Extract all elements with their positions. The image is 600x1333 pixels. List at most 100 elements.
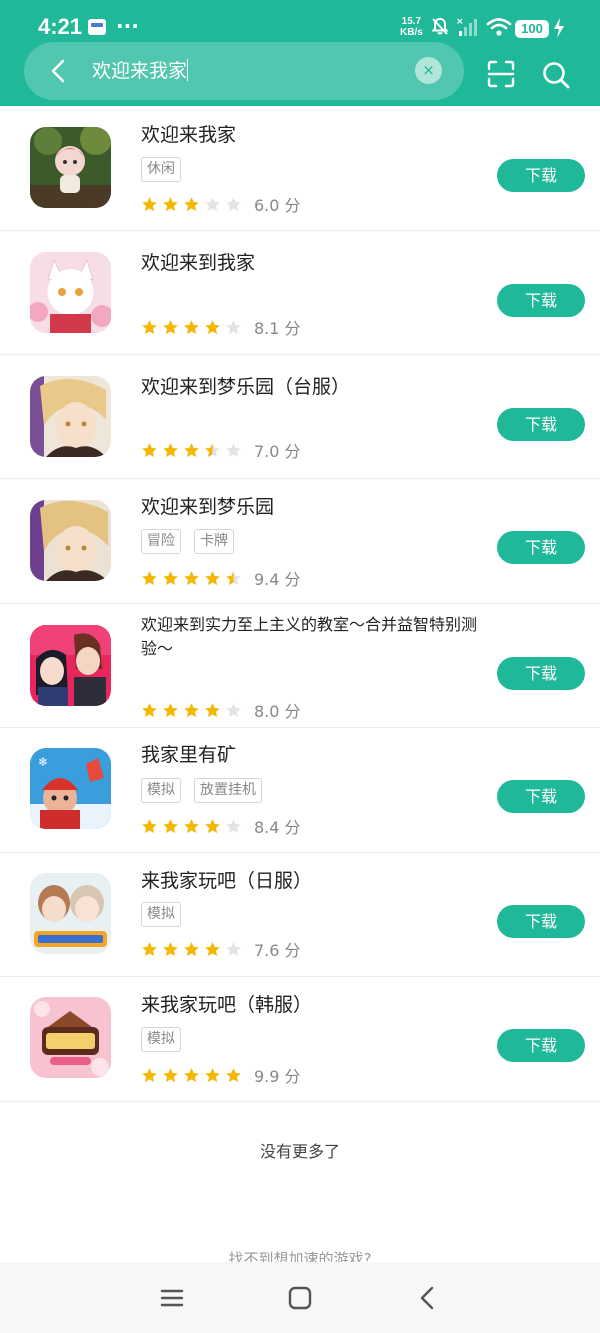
home-icon[interactable] xyxy=(286,1284,314,1312)
score: 8.1 分 xyxy=(254,319,301,338)
app-icon-mine-santa[interactable]: ❄ xyxy=(30,748,111,829)
rating: 8.4 分 xyxy=(141,814,301,838)
star-icon xyxy=(142,1067,157,1082)
back-icon[interactable] xyxy=(414,1284,442,1312)
network-speed-value: 15.7 xyxy=(401,16,422,27)
rating: 8.1 分 xyxy=(141,315,301,339)
download-button[interactable]: 下载 xyxy=(497,1029,585,1062)
app-icon-my-home-jp[interactable] xyxy=(30,873,111,954)
star-rating xyxy=(141,570,242,587)
app-name[interactable]: 欢迎来到梦乐园（台服） xyxy=(141,375,350,399)
list-item[interactable]: 来我家玩吧（韩服） 模拟 9.9 分 下载 xyxy=(0,977,600,1102)
score: 9.4 分 xyxy=(254,570,301,589)
score: 9.9 分 xyxy=(254,1067,301,1086)
list-item[interactable]: 来我家玩吧（日服） 模拟 7.6 分 下载 xyxy=(0,853,600,977)
star-icon xyxy=(142,570,157,585)
star-icon xyxy=(163,570,178,585)
star-icon xyxy=(184,442,199,457)
app-name[interactable]: 我家里有矿 xyxy=(141,743,236,767)
star-icon xyxy=(163,442,178,457)
app-icon-blond-boy-2[interactable] xyxy=(30,500,111,581)
search-icon[interactable] xyxy=(541,60,571,90)
score: 7.0 分 xyxy=(254,442,301,461)
star-icon xyxy=(226,941,241,956)
star-rating xyxy=(141,941,242,958)
scan-icon[interactable] xyxy=(486,59,516,89)
app-name[interactable]: 欢迎来到实力至上主义的教室～合并益智特别测验～ xyxy=(141,613,491,661)
clear-search-button[interactable]: × xyxy=(415,57,442,84)
svg-text:❄: ❄ xyxy=(38,755,48,769)
star-icon xyxy=(226,196,241,211)
star-icon xyxy=(226,442,241,457)
star-icon xyxy=(205,941,220,956)
star-icon xyxy=(184,319,199,334)
star-icon xyxy=(142,319,157,334)
charging-bolt-icon xyxy=(554,18,564,38)
star-icon xyxy=(163,1067,178,1082)
app-name[interactable]: 欢迎来到梦乐园 xyxy=(141,495,274,519)
svg-text:×: × xyxy=(456,17,464,27)
star-rating xyxy=(141,319,242,336)
star-icon xyxy=(205,442,220,457)
app-icon-classroom[interactable] xyxy=(30,625,111,706)
app-name[interactable]: 欢迎来我家 xyxy=(141,123,236,147)
app-tag: 模拟 xyxy=(141,1027,181,1052)
star-rating xyxy=(141,196,242,213)
star-icon xyxy=(163,319,178,334)
star-icon xyxy=(163,941,178,956)
list-item[interactable]: 欢迎来到我家 8.1 分 下载 xyxy=(0,231,600,355)
cellular-signal-icon: × xyxy=(456,17,477,36)
tag-list: 冒险 卡牌 xyxy=(141,529,234,554)
star-icon xyxy=(226,702,241,717)
rating: 9.4 分 xyxy=(141,566,301,590)
rating: 7.0 分 xyxy=(141,438,301,462)
star-icon xyxy=(205,1067,220,1082)
app-name[interactable]: 来我家玩吧（韩服） xyxy=(141,993,312,1017)
score: 7.6 分 xyxy=(254,941,301,960)
star-rating xyxy=(141,702,242,719)
star-icon xyxy=(226,1067,241,1082)
list-item[interactable]: ❄ 我家里有矿 模拟 放置挂机 8.4 分 下载 xyxy=(0,728,600,853)
star-icon xyxy=(142,941,157,956)
search-query: 欢迎来我家 xyxy=(92,60,188,82)
score: 8.0 分 xyxy=(254,702,301,721)
star-icon xyxy=(226,818,241,833)
wallet-icon xyxy=(88,19,106,35)
app-icon-blond-boy[interactable] xyxy=(30,376,111,457)
star-icon xyxy=(142,702,157,717)
download-button[interactable]: 下载 xyxy=(497,657,585,690)
tag-list: 休闲 xyxy=(141,157,181,182)
wifi-icon xyxy=(486,18,512,36)
app-icon-my-home-kr[interactable] xyxy=(30,997,111,1078)
rating: 6.0 分 xyxy=(141,192,301,216)
download-button[interactable]: 下载 xyxy=(497,408,585,441)
download-button[interactable]: 下载 xyxy=(497,905,585,938)
more-notifications-icon: ··· xyxy=(116,14,139,38)
list-item[interactable]: 欢迎来到梦乐园（台服） 7.0 分 下载 xyxy=(0,355,600,479)
star-icon xyxy=(205,570,220,585)
app-tag: 模拟 xyxy=(141,778,181,803)
download-button[interactable]: 下载 xyxy=(497,780,585,813)
app-icon-white-cat[interactable] xyxy=(30,252,111,333)
chevron-left-icon[interactable] xyxy=(44,56,74,86)
search-input[interactable]: 欢迎来我家 xyxy=(92,57,402,85)
network-speed-unit: KB/s xyxy=(400,27,423,38)
app-name[interactable]: 欢迎来到我家 xyxy=(141,251,255,275)
search-bar[interactable]: 欢迎来我家 × xyxy=(24,42,464,100)
star-icon xyxy=(184,570,199,585)
download-button[interactable]: 下载 xyxy=(497,159,585,192)
app-icon-forest-girl[interactable] xyxy=(30,127,111,208)
star-icon xyxy=(184,1067,199,1082)
menu-icon[interactable] xyxy=(158,1284,186,1312)
app-name[interactable]: 来我家玩吧（日服） xyxy=(141,869,312,893)
list-item[interactable]: 欢迎来到实力至上主义的教室～合并益智特别测验～ 8.0 分 下载 xyxy=(0,604,600,728)
list-item[interactable]: 欢迎来我家 休闲 6.0 分 下载 xyxy=(0,106,600,231)
download-button[interactable]: 下载 xyxy=(497,284,585,317)
star-icon xyxy=(163,196,178,211)
app-tag: 冒险 xyxy=(141,529,181,554)
top-bar: 4:21 ··· 15.7 KB/s × 100 欢迎来我家 × xyxy=(0,0,600,106)
list-item[interactable]: 欢迎来到梦乐园 冒险 卡牌 9.4 分 下载 xyxy=(0,479,600,604)
search-results-list: 欢迎来我家 休闲 6.0 分 下载 欢迎来到我家 8.1 分 下载 欢迎来到梦乐… xyxy=(0,106,600,1102)
download-button[interactable]: 下载 xyxy=(497,531,585,564)
status-bar: 4:21 ··· 15.7 KB/s × 100 xyxy=(0,0,600,44)
